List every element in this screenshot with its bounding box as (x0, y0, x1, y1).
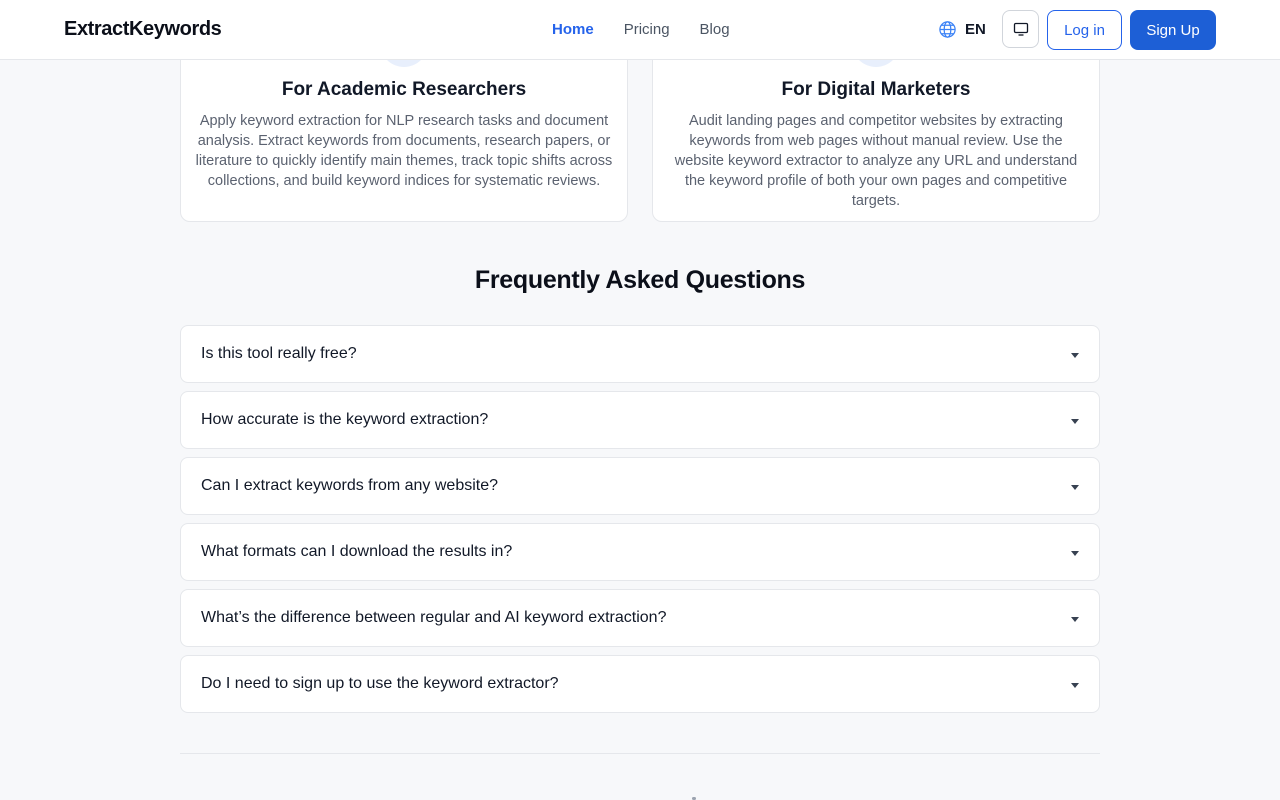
feature-title: For Academic Researchers (281, 79, 527, 100)
faq-question: Do I need to sign up to use the keyword … (201, 675, 559, 692)
logo[interactable]: ExtractKeywords (64, 18, 222, 41)
chevron-down-icon (1071, 352, 1079, 358)
feature-card-marketers: For Digital Marketers Audit landing page… (652, 40, 1100, 222)
top-navbar: ExtractKeywords Home Pricing Blog EN Log… (0, 0, 1280, 60)
language-switcher[interactable]: EN (938, 20, 986, 39)
chevron-down-icon (1071, 682, 1079, 688)
nav-pricing[interactable]: Pricing (624, 21, 670, 38)
main-nav: Home Pricing Blog (552, 21, 730, 38)
feature-description: Audit landing pages and competitor websi… (674, 113, 1078, 209)
faq-question: Can I extract keywords from any website? (201, 477, 499, 494)
theme-toggle-button[interactable] (1002, 10, 1039, 48)
faq-item[interactable]: What’s the difference between regular an… (180, 589, 1100, 647)
faq-item[interactable]: Is this tool really free? (180, 325, 1100, 383)
faq-question: What’s the difference between regular an… (201, 609, 667, 626)
feature-card-academic: For Academic Researchers Apply keyword e… (180, 40, 628, 222)
faq-question: Is this tool really free? (201, 345, 357, 362)
chevron-down-icon (1071, 418, 1079, 424)
faq-question: How accurate is the keyword extraction? (201, 411, 489, 428)
nav-blog[interactable]: Blog (700, 21, 730, 38)
monitor-icon (1013, 22, 1028, 36)
faq-item[interactable]: How accurate is the keyword extraction? (180, 391, 1100, 449)
chevron-down-icon (1071, 550, 1079, 556)
language-label: EN (965, 21, 986, 38)
login-button[interactable]: Log in (1047, 10, 1122, 50)
signup-button[interactable]: Sign Up (1130, 10, 1216, 50)
footer-divider (180, 753, 1100, 754)
faq-list: Is this tool really free? How accurate i… (180, 325, 1100, 721)
faq-item[interactable]: Do I need to sign up to use the keyword … (180, 655, 1100, 713)
feature-description: Apply keyword extraction for NLP researc… (195, 113, 613, 189)
chevron-down-icon (1071, 616, 1079, 622)
faq-item[interactable]: Can I extract keywords from any website? (180, 457, 1100, 515)
feature-title: For Digital Marketers (781, 79, 971, 100)
faq-heading: Frequently Asked Questions (474, 266, 806, 294)
globe-icon (939, 21, 956, 38)
faq-question: What formats can I download the results … (201, 543, 513, 560)
chevron-down-icon (1071, 484, 1079, 490)
nav-home[interactable]: Home (552, 21, 594, 38)
faq-item[interactable]: What formats can I download the results … (180, 523, 1100, 581)
